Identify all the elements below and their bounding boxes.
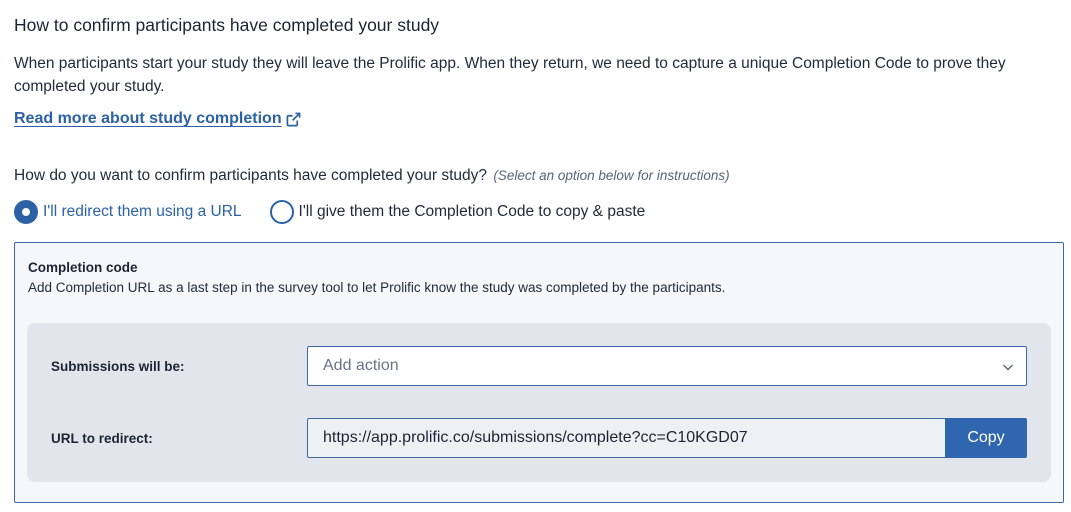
panel-description: Add Completion URL as a last step in the…: [28, 280, 726, 295]
completion-method-radio-group: I'll redirect them using a URL I'll give…: [14, 200, 645, 224]
add-action-placeholder: Add action: [323, 357, 399, 374]
completion-settings-page: How to confirm participants have complet…: [0, 0, 1071, 512]
chevron-down-icon: [1003, 364, 1013, 371]
read-more-link[interactable]: Read more about study completion: [14, 110, 301, 128]
url-redirect-group: Copy: [307, 418, 1027, 458]
radio-redirect-url-label: I'll redirect them using a URL: [43, 203, 242, 220]
radio-selected-icon[interactable]: [14, 200, 38, 224]
radio-unselected-icon[interactable]: [269, 200, 294, 224]
url-redirect-label: URL to redirect:: [51, 431, 153, 446]
question-hint: (Select an option below for instructions…: [493, 168, 730, 183]
section-description: When participants start your study they …: [14, 55, 1006, 95]
panel-title: Completion code: [28, 260, 138, 275]
completion-question: How do you want to confirm participants …: [14, 167, 730, 185]
completion-code-panel: Completion code Add Completion URL as a …: [14, 242, 1064, 503]
read-more-link-label: Read more about study completion: [14, 110, 282, 127]
completion-config-box: Submissions will be: Add action URL to r…: [27, 323, 1051, 482]
radio-redirect-url[interactable]: I'll redirect them using a URL: [14, 200, 242, 224]
question-text: How do you want to confirm participants …: [14, 167, 487, 184]
url-redirect-input[interactable]: [307, 418, 945, 458]
radio-completion-code-label: I'll give them the Completion Code to co…: [298, 203, 646, 220]
radio-completion-code[interactable]: I'll give them the Completion Code to co…: [269, 200, 646, 224]
copy-button[interactable]: Copy: [945, 418, 1027, 458]
submissions-label: Submissions will be:: [51, 359, 185, 374]
external-link-icon: [286, 112, 301, 126]
section-title: How to confirm participants have complet…: [14, 15, 440, 35]
add-action-select[interactable]: Add action: [307, 346, 1027, 386]
